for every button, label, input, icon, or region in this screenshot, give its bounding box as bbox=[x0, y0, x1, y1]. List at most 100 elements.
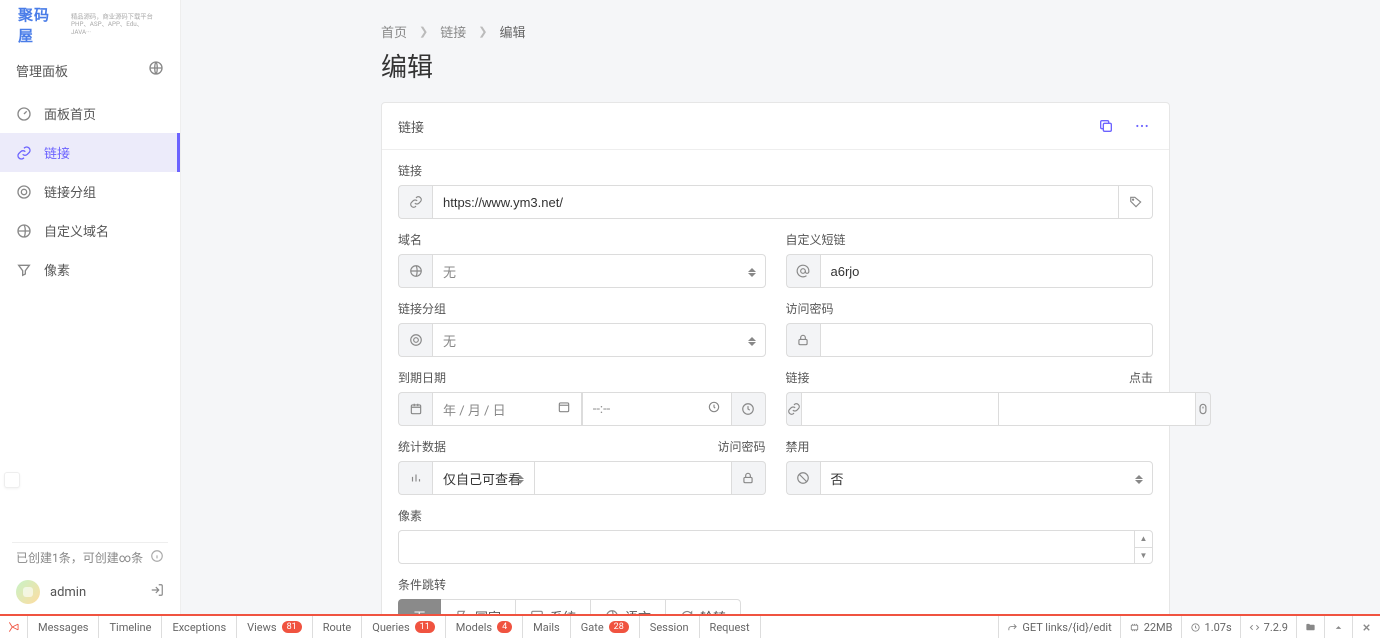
panel-header: 管理面板 bbox=[0, 50, 180, 94]
nav-label: 面板首页 bbox=[44, 104, 96, 123]
debugbar: Messages Timeline Exceptions Views81 Rou… bbox=[0, 614, 1380, 638]
nav-label: 像素 bbox=[44, 260, 70, 279]
pixels-select[interactable]: ▲ ▼ bbox=[398, 530, 1153, 564]
sidebar: 聚码屋 精品源码，商业源码下载平台 PHP、ASP、APP、Edu、JAVA··… bbox=[0, 0, 181, 614]
targets-segmented: 无 国家 系统 语言 轮转 bbox=[398, 599, 1153, 614]
disabled-select[interactable]: 否 bbox=[820, 461, 1154, 495]
brand: 聚码屋 精品源码，商业源码下载平台 PHP、ASP、APP、Edu、JAVA··… bbox=[0, 0, 180, 50]
nav-item-domains[interactable]: 自定义域名 bbox=[0, 211, 180, 250]
db-tab-gate[interactable]: Gate28 bbox=[571, 616, 640, 638]
password-input[interactable] bbox=[820, 323, 1154, 357]
globe-icon bbox=[398, 254, 432, 288]
seg-system[interactable]: 系统 bbox=[516, 599, 591, 614]
user-name: admin bbox=[50, 585, 86, 600]
close-icon bbox=[1361, 622, 1372, 633]
nav-label: 链接分组 bbox=[44, 182, 96, 201]
memory-icon bbox=[1129, 622, 1140, 633]
db-folder[interactable] bbox=[1296, 616, 1324, 638]
alias-input[interactable] bbox=[820, 254, 1154, 288]
info-icon[interactable] bbox=[150, 549, 164, 566]
sidebar-collapse-toggle[interactable] bbox=[4, 472, 20, 488]
seg-none[interactable]: 无 bbox=[398, 599, 441, 614]
label-link: 链接 bbox=[398, 162, 1153, 179]
db-tab-request[interactable]: Request bbox=[700, 616, 761, 638]
db-memory[interactable]: 22MB bbox=[1120, 616, 1181, 638]
seg-rotate[interactable]: 轮转 bbox=[666, 599, 741, 614]
copy-icon[interactable] bbox=[1095, 115, 1117, 137]
label-clicks-link: 链接 bbox=[786, 369, 810, 386]
dashboard-ext-icon[interactable] bbox=[148, 60, 164, 80]
crumb-links[interactable]: 链接 bbox=[440, 22, 466, 41]
badge: 81 bbox=[282, 621, 302, 634]
user-menu[interactable]: admin bbox=[12, 572, 168, 606]
more-icon[interactable] bbox=[1131, 115, 1153, 137]
date-input[interactable]: 年 / 月 / 日 bbox=[432, 392, 582, 426]
chevron-right-icon: ❯ bbox=[419, 25, 428, 38]
label-expire: 到期日期 bbox=[398, 369, 766, 386]
card-title: 链接 bbox=[398, 117, 424, 136]
nav-label: 自定义域名 bbox=[44, 221, 109, 240]
clock-icon bbox=[732, 392, 766, 426]
globe-icon bbox=[16, 223, 32, 239]
sidebar-footer: 已创建1条，可创建∞条 admin bbox=[0, 532, 180, 614]
db-tab-queries[interactable]: Queries11 bbox=[362, 616, 446, 638]
db-tab-timeline[interactable]: Timeline bbox=[99, 616, 162, 638]
link-icon bbox=[786, 392, 801, 426]
click-link-input[interactable] bbox=[801, 392, 999, 426]
target-icon bbox=[16, 184, 32, 200]
db-tab-exceptions[interactable]: Exceptions bbox=[162, 616, 237, 638]
seg-language[interactable]: 语言 bbox=[591, 599, 666, 614]
db-tab-models[interactable]: Models4 bbox=[446, 616, 523, 638]
stats-password-input[interactable] bbox=[535, 461, 732, 495]
nav-item-groups[interactable]: 链接分组 bbox=[0, 172, 180, 211]
chevron-right-icon: ❯ bbox=[478, 25, 487, 38]
label-password: 访问密码 bbox=[786, 300, 1154, 317]
click-count-input[interactable] bbox=[999, 392, 1196, 426]
stats-select[interactable]: 仅自己可查看 bbox=[432, 461, 535, 495]
label-targets: 条件跳转 bbox=[398, 576, 1153, 593]
group-select[interactable]: 无 bbox=[432, 323, 766, 357]
nav-item-links[interactable]: 链接 bbox=[0, 133, 180, 172]
db-route[interactable]: GET links/{id}/edit bbox=[998, 616, 1119, 638]
calendar-mini-icon bbox=[557, 400, 573, 418]
db-php[interactable]: 7.2.9 bbox=[1240, 616, 1296, 638]
domain-select[interactable]: 无 bbox=[432, 254, 766, 288]
at-icon bbox=[786, 254, 820, 288]
db-time[interactable]: 1.07s bbox=[1181, 616, 1240, 638]
nav-label: 链接 bbox=[44, 143, 70, 162]
db-tab-route[interactable]: Route bbox=[313, 616, 363, 638]
clock-mini-icon bbox=[707, 400, 723, 418]
db-close[interactable] bbox=[1352, 616, 1380, 638]
time-input[interactable]: --:-- bbox=[582, 392, 732, 426]
link-icon bbox=[16, 145, 32, 161]
crumb-current: 编辑 bbox=[499, 22, 525, 41]
laravel-icon[interactable] bbox=[0, 616, 28, 638]
link-input[interactable] bbox=[432, 185, 1119, 219]
main-content: 首页 ❯ 链接 ❯ 编辑 编辑 链接 bbox=[181, 0, 1380, 614]
db-tab-session[interactable]: Session bbox=[640, 616, 700, 638]
share-icon bbox=[1007, 622, 1018, 633]
mouse-icon bbox=[1196, 392, 1211, 426]
nav-item-pixels[interactable]: 像素 bbox=[0, 250, 180, 289]
db-tab-messages[interactable]: Messages bbox=[28, 616, 99, 638]
usage-text: 已创建1条，可创建∞条 bbox=[16, 549, 143, 566]
db-tab-mails[interactable]: Mails bbox=[523, 616, 571, 638]
label-stats: 统计数据 bbox=[398, 438, 446, 455]
badge: 4 bbox=[497, 621, 512, 634]
crumb-home[interactable]: 首页 bbox=[381, 22, 407, 41]
db-tab-views[interactable]: Views81 bbox=[237, 616, 313, 638]
code-icon bbox=[1249, 622, 1260, 633]
label-group: 链接分组 bbox=[398, 300, 766, 317]
label-alias: 自定义短链 bbox=[786, 231, 1154, 248]
target-icon bbox=[398, 323, 432, 357]
badge: 11 bbox=[415, 621, 435, 634]
spin-down-icon[interactable]: ▼ bbox=[1135, 548, 1152, 564]
nav-item-dashboard[interactable]: 面板首页 bbox=[0, 94, 180, 133]
clock-icon bbox=[1190, 622, 1201, 633]
chevron-up-icon bbox=[1333, 622, 1344, 633]
calendar-icon bbox=[398, 392, 432, 426]
spin-up-icon[interactable]: ▲ bbox=[1135, 531, 1152, 548]
tag-icon[interactable] bbox=[1119, 185, 1153, 219]
db-collapse[interactable] bbox=[1324, 616, 1352, 638]
seg-country[interactable]: 国家 bbox=[441, 599, 516, 614]
